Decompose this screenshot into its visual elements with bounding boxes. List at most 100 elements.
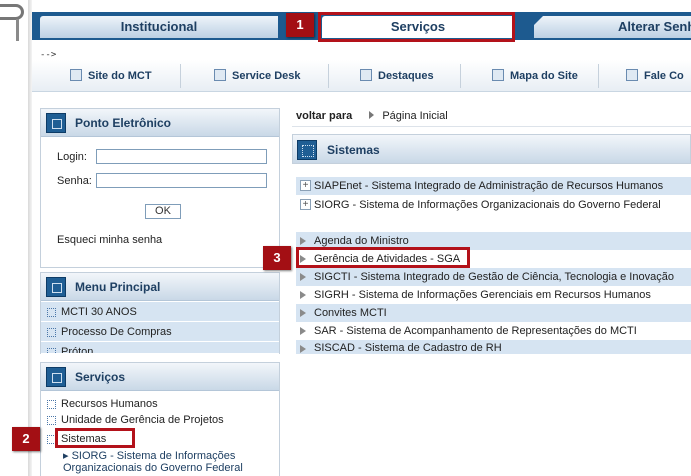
menu-item-label: Próton — [61, 346, 94, 354]
servicos-item-recursos-humanos[interactable]: Recursos Humanos — [47, 398, 158, 410]
senha-input[interactable] — [96, 173, 267, 188]
nav-label: Service Desk — [232, 70, 301, 82]
panel-title: Menu Principal — [75, 280, 161, 294]
nav-mapa-do-site[interactable]: Mapa do Site — [492, 69, 578, 82]
step-badge: 1 — [286, 13, 314, 37]
menu-item-label: Processo De Compras — [61, 326, 172, 338]
sistema-convites[interactable]: Convites MCTI — [296, 304, 691, 322]
highlight-box-sga — [296, 247, 470, 268]
highlight-box-sistemas — [55, 428, 135, 448]
panel-header: Serviços — [41, 363, 279, 391]
subitem-siorg-cont[interactable]: Organizacionais do Governo Federal — [63, 462, 243, 474]
top-nav: Site do MCT Service Desk Destaques Mapa … — [32, 60, 691, 92]
tab-label: Institucional — [120, 19, 198, 34]
sistema-label: SIORG - Sistema de Informações Organizac… — [314, 199, 661, 211]
sistemas-header: Sistemas — [292, 134, 691, 164]
nav-label: Mapa do Site — [510, 70, 578, 82]
login-label: Login: — [57, 151, 87, 163]
grid-icon — [297, 140, 317, 160]
nav-label: Fale Co — [644, 70, 684, 82]
nav-fale-conosco[interactable]: Fale Co — [626, 69, 684, 82]
ok-button[interactable]: OK — [145, 204, 181, 219]
menu-icon — [46, 277, 66, 297]
sistema-label: SIGCTI - Sistema Integrado de Gestão de … — [314, 271, 674, 283]
nav-divider — [180, 64, 181, 88]
left-margin — [0, 0, 30, 476]
sistema-siscad[interactable]: SISCAD - Sistema de Cadastro de RH — [296, 340, 691, 354]
star-icon — [360, 69, 372, 81]
tools-icon — [214, 69, 226, 81]
arrow-text: --> — [40, 50, 57, 60]
login-input[interactable] — [96, 149, 267, 164]
sistema-sar[interactable]: SAR - Sistema de Acompanhamento de Repre… — [296, 322, 691, 340]
nav-divider — [598, 64, 599, 88]
servicos-item-label: Unidade de Gerência de Projetos — [61, 414, 224, 426]
arrow-right-icon — [300, 273, 306, 281]
tab-institucional[interactable]: Institucional — [40, 16, 278, 38]
sistema-label: Agenda do Ministro — [314, 235, 409, 247]
sistema-label: SIAPEnet - Sistema Integrado de Administ… — [314, 180, 664, 192]
highlight-box-servicos — [318, 12, 515, 42]
contact-icon — [626, 69, 638, 81]
servicos-item-ugp[interactable]: Unidade de Gerência de Projetos — [47, 414, 224, 426]
menu-item-label: MCTI 30 ANOS — [61, 306, 137, 318]
forgot-password-link[interactable]: Esqueci minha senha — [57, 234, 162, 246]
home-icon — [70, 69, 82, 81]
nav-divider — [460, 64, 461, 88]
binder-ring-icon — [0, 2, 28, 41]
nav-destaques[interactable]: Destaques — [360, 69, 434, 82]
grid-bullet-icon — [47, 328, 56, 337]
clock-icon — [46, 113, 66, 133]
grid-bullet-icon — [47, 416, 56, 425]
sistema-sigcti[interactable]: SIGCTI - Sistema Integrado de Gestão de … — [296, 268, 691, 286]
panel-header: Ponto Eletrônico — [41, 109, 279, 137]
panel-title: Serviços — [75, 370, 126, 384]
servicos-item-label: Recursos Humanos — [61, 398, 158, 410]
menu-item-mcti-30-anos[interactable]: MCTI 30 ANOS — [41, 302, 279, 322]
divider — [292, 126, 691, 127]
step-badge: 3 — [263, 246, 291, 270]
plus-icon: + — [300, 180, 311, 191]
arrow-right-icon — [300, 327, 306, 335]
subitem-siorg[interactable]: ▸ SIORG - Sistema de Informações — [63, 449, 235, 462]
panel-header: Menu Principal — [41, 273, 279, 301]
breadcrumb-home-link[interactable]: Página Inicial — [382, 110, 447, 122]
grid-bullet-icon — [47, 348, 56, 353]
sistema-expand-siorg[interactable]: + SIORG - Sistema de Informações Organiza… — [296, 196, 691, 214]
servicos-panel: Serviços Recursos Humanos Unidade de Ger… — [40, 362, 280, 476]
menu-item-processo-de-compras[interactable]: Processo De Compras — [41, 322, 279, 342]
section-title: Sistemas — [327, 143, 380, 157]
sistema-label: Convites MCTI — [314, 307, 387, 319]
tab-label: Alterar Senha — [618, 19, 691, 34]
sitemap-icon — [492, 69, 504, 81]
subitem-label: SIORG - Sistema de Informações — [71, 450, 236, 462]
tab-alterar-senha[interactable]: Alterar Senha — [533, 16, 691, 38]
menu-item-proton[interactable]: Próton — [41, 342, 279, 354]
arrow-right-icon — [300, 345, 306, 353]
sistema-label: SISCAD - Sistema de Cadastro de RH — [314, 342, 502, 354]
arrow-right-icon — [300, 237, 306, 245]
nav-label: Site do MCT — [88, 70, 152, 82]
arrow-right-icon — [369, 111, 375, 119]
breadcrumb: voltar para Página Inicial — [296, 110, 448, 122]
sistema-sigrh[interactable]: SIGRH - Sistema de Informações Gerenciai… — [296, 286, 691, 304]
panel-title: Ponto Eletrônico — [75, 116, 171, 130]
ponto-eletronico-panel: Ponto Eletrônico Login: Senha: OK Esquec… — [40, 108, 280, 268]
breadcrumb-prefix: voltar para — [296, 110, 353, 122]
nav-label: Destaques — [378, 70, 434, 82]
services-icon — [46, 367, 66, 387]
sistema-label: SAR - Sistema de Acompanhamento de Repre… — [314, 325, 637, 337]
grid-bullet-icon — [47, 400, 56, 409]
plus-icon: + — [300, 199, 311, 210]
step-badge: 2 — [12, 427, 40, 451]
nav-site-mct[interactable]: Site do MCT — [70, 69, 152, 82]
sistema-label: SIGRH - Sistema de Informações Gerenciai… — [314, 289, 651, 301]
nav-service-desk[interactable]: Service Desk — [214, 69, 301, 82]
menu-principal-panel: Menu Principal MCTI 30 ANOS Processo De … — [40, 272, 280, 354]
senha-label: Senha: — [57, 175, 92, 187]
arrow-right-icon — [300, 291, 306, 299]
arrow-right-icon — [300, 309, 306, 317]
grid-bullet-icon — [47, 308, 56, 317]
sistema-expand-siapenet[interactable]: + SIAPEnet - Sistema Integrado de Adminis… — [296, 177, 691, 195]
nav-divider — [328, 64, 329, 88]
